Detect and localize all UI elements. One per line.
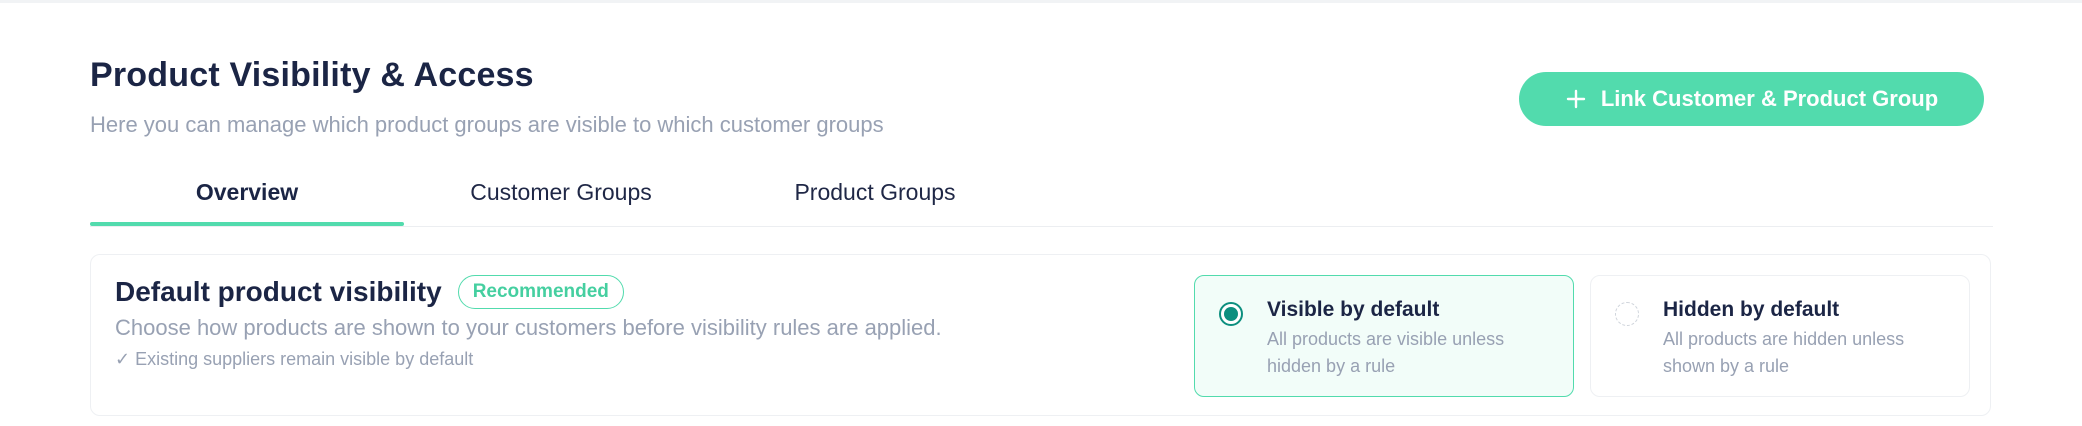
option-description: All products are visible unless hidden b… — [1267, 329, 1505, 376]
radio-selected-icon[interactable] — [1219, 302, 1243, 326]
default-visibility-card: Default product visibility Recommended C… — [90, 254, 1991, 416]
page-subtitle: Here you can manage which product groups… — [90, 112, 884, 137]
link-button-label: Link Customer & Product Group — [1600, 86, 1939, 111]
tab-product-groups[interactable]: Product Groups — [718, 160, 1032, 224]
radio-unselected-icon[interactable] — [1615, 302, 1639, 326]
tab-overview[interactable]: Overview — [90, 160, 404, 226]
card-note: ✓ Existing suppliers remain visible by d… — [115, 349, 474, 369]
card-title-row: Default product visibility Recommended — [115, 275, 624, 309]
card-title: Default product visibility — [115, 276, 442, 307]
link-customer-product-group-button[interactable]: Link Customer & Product Group — [1519, 72, 1984, 126]
option-description: All products are hidden unless shown by … — [1663, 329, 1905, 376]
tab-label: Overview — [195, 178, 299, 205]
tab-label: Product Groups — [794, 178, 956, 205]
tab-bar: Overview Customer Groups Product Groups — [90, 160, 1993, 227]
page-content: Product Visibility & Access Here you can… — [90, 0, 1993, 426]
card-description: Choose how products are shown to your cu… — [115, 315, 942, 340]
option-visible-by-default[interactable]: Visible by default All products are visi… — [1194, 275, 1574, 397]
plus-icon — [1566, 89, 1586, 109]
tab-customer-groups[interactable]: Customer Groups — [404, 160, 718, 224]
recommended-badge: Recommended — [457, 275, 624, 309]
option-hidden-by-default[interactable]: Hidden by default All products are hidde… — [1590, 275, 1970, 397]
option-title: Visible by default — [1267, 298, 1440, 321]
option-title: Hidden by default — [1663, 298, 1840, 321]
page-title: Product Visibility & Access — [90, 56, 534, 94]
tab-label: Customer Groups — [470, 178, 652, 205]
